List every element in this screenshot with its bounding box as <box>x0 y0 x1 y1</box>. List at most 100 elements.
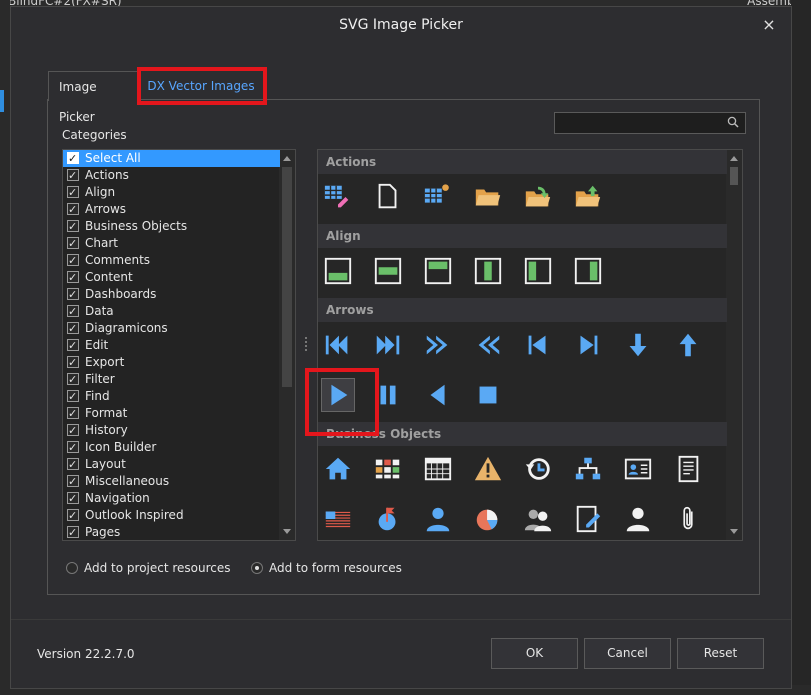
splitter-handle[interactable] <box>305 337 309 353</box>
pie-chart-icon[interactable] <box>471 502 505 536</box>
category-checkbox[interactable] <box>67 218 79 235</box>
category-checkbox[interactable] <box>67 235 79 252</box>
first-icon[interactable] <box>321 328 355 362</box>
next-icon[interactable] <box>571 328 605 362</box>
category-checkbox[interactable] <box>67 184 79 201</box>
category-checkbox[interactable] <box>67 490 79 507</box>
warning-icon[interactable] <box>471 452 505 486</box>
search-input[interactable] <box>554 112 746 134</box>
icon-gallery[interactable]: Actions Align Arrows Business Objects <box>317 149 743 541</box>
category-checkbox[interactable] <box>67 320 79 337</box>
category-checkbox[interactable] <box>67 150 79 167</box>
category-item[interactable]: History <box>63 422 280 439</box>
align-left-icon[interactable] <box>471 254 505 288</box>
category-item[interactable]: Content <box>63 269 280 286</box>
stop-icon[interactable] <box>471 378 505 412</box>
category-checkbox[interactable] <box>67 269 79 286</box>
close-icon[interactable]: × <box>759 15 779 35</box>
category-checkbox[interactable] <box>67 371 79 388</box>
category-item[interactable]: Business Objects <box>63 218 280 235</box>
person-icon[interactable] <box>621 502 655 536</box>
category-item[interactable]: Edit <box>63 337 280 354</box>
open-folder-icon[interactable] <box>471 180 505 214</box>
category-item[interactable]: Outlook Inspired <box>63 507 280 524</box>
arrow-up-icon[interactable] <box>671 328 705 362</box>
triangle-left-icon[interactable] <box>421 378 455 412</box>
category-checkbox[interactable] <box>67 405 79 422</box>
flag-list-icon[interactable] <box>321 502 355 536</box>
category-item[interactable]: Align <box>63 184 280 201</box>
category-checkbox[interactable] <box>67 439 79 456</box>
align-right-icon[interactable] <box>571 254 605 288</box>
org-chart-icon[interactable] <box>571 452 605 486</box>
radio-button[interactable] <box>251 562 263 574</box>
category-item[interactable]: Icon Builder <box>63 439 280 456</box>
scroll-up-icon[interactable] <box>283 156 291 161</box>
prev-icon[interactable] <box>521 328 555 362</box>
gallery-scrollbar[interactable] <box>726 150 742 540</box>
new-document-icon[interactable] <box>371 180 405 214</box>
category-item[interactable]: Export <box>63 354 280 371</box>
open-folder-arrow-icon[interactable] <box>521 180 555 214</box>
align-top-icon[interactable] <box>421 254 455 288</box>
align-bottom-icon[interactable] <box>321 254 355 288</box>
category-checkbox[interactable] <box>67 286 79 303</box>
category-checkbox[interactable] <box>67 201 79 218</box>
align-middle-icon[interactable] <box>371 254 405 288</box>
category-item[interactable]: Comments <box>63 252 280 269</box>
pin-icon[interactable] <box>371 502 405 536</box>
category-item[interactable]: Filter <box>63 371 280 388</box>
category-item[interactable]: Actions <box>63 167 280 184</box>
tiles-icon[interactable] <box>371 452 405 486</box>
radio-add-to-project[interactable]: Add to project resources <box>66 560 231 576</box>
grid-new-icon[interactable] <box>421 180 455 214</box>
home-icon[interactable] <box>321 452 355 486</box>
arrow-down-icon[interactable] <box>621 328 655 362</box>
category-item[interactable]: Format <box>63 405 280 422</box>
category-checkbox[interactable] <box>67 456 79 473</box>
scroll-thumb[interactable] <box>730 167 738 185</box>
category-checkbox[interactable] <box>67 337 79 354</box>
category-checkbox[interactable] <box>67 524 79 540</box>
category-checkbox[interactable] <box>67 303 79 320</box>
categories-scrollbar[interactable] <box>279 150 295 540</box>
users-icon[interactable] <box>521 502 555 536</box>
radio-add-to-form[interactable]: Add to form resources <box>251 560 402 576</box>
category-checkbox[interactable] <box>67 507 79 524</box>
last-skip-icon[interactable] <box>371 328 405 362</box>
category-checkbox[interactable] <box>67 167 79 184</box>
folder-upload-icon[interactable] <box>571 180 605 214</box>
category-checkbox[interactable] <box>67 388 79 405</box>
paperclip-icon[interactable] <box>671 502 705 536</box>
edit-document-icon[interactable] <box>571 502 605 536</box>
scroll-down-icon[interactable] <box>730 529 738 534</box>
category-item[interactable]: Select All <box>63 150 280 167</box>
radio-button[interactable] <box>66 562 78 574</box>
user-icon[interactable] <box>421 502 455 536</box>
fast-forward-icon[interactable] <box>421 328 455 362</box>
calendar-icon[interactable] <box>421 452 455 486</box>
category-checkbox[interactable] <box>67 473 79 490</box>
reset-button[interactable]: Reset <box>677 638 764 669</box>
category-item[interactable]: Miscellaneous <box>63 473 280 490</box>
tab-image-picker[interactable]: Image Picker <box>48 71 138 124</box>
category-item[interactable]: Dashboards <box>63 286 280 303</box>
history-icon[interactable] <box>521 452 555 486</box>
grid-edit-icon[interactable] <box>321 180 355 214</box>
ok-button[interactable]: OK <box>491 638 578 669</box>
search-icon[interactable] <box>727 116 739 128</box>
category-checkbox[interactable] <box>67 422 79 439</box>
category-item[interactable]: Arrows <box>63 201 280 218</box>
category-checkbox[interactable] <box>67 354 79 371</box>
category-item[interactable]: Find <box>63 388 280 405</box>
categories-list[interactable]: Select All Actions Align Arrows Business Obj… <box>62 149 296 541</box>
category-item[interactable]: Pages <box>63 524 280 540</box>
category-checkbox[interactable] <box>67 252 79 269</box>
cancel-button[interactable]: Cancel <box>584 638 671 669</box>
rewind-icon[interactable] <box>471 328 505 362</box>
scroll-up-icon[interactable] <box>730 156 738 161</box>
category-item[interactable]: Data <box>63 303 280 320</box>
category-item[interactable]: Layout <box>63 456 280 473</box>
scroll-thumb[interactable] <box>282 167 292 387</box>
category-item[interactable]: Chart <box>63 235 280 252</box>
